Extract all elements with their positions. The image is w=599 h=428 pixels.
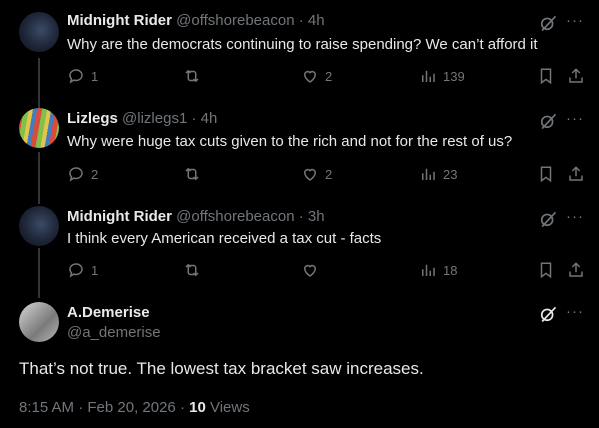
more-options-button[interactable]: ··· [566, 109, 584, 129]
like-button[interactable]: 2 [301, 164, 332, 184]
bookmark-button[interactable] [537, 164, 555, 184]
views-count: 10 [189, 399, 206, 416]
tweet-text: Why are the democrats continuing to rais… [67, 36, 538, 53]
views-label: Views [209, 399, 250, 416]
action-bar: 2 2 23 [67, 164, 587, 184]
view-count: 18 [443, 262, 458, 278]
share-icon [569, 262, 583, 277]
timestamp[interactable]: 4h [308, 12, 325, 29]
tweet-header: Midnight Rider @offshorebeacon · 3h [67, 207, 325, 227]
separator: · [179, 399, 185, 416]
heart-icon [303, 70, 317, 83]
reply-icon [69, 69, 83, 84]
heart-icon [303, 168, 317, 181]
avatar[interactable] [19, 302, 59, 342]
more-options-button[interactable]: ··· [566, 302, 584, 322]
views-chart-icon [422, 264, 435, 276]
tweet-text: That’s not true. The lowest tax bracket … [19, 359, 424, 378]
reply-count: 2 [91, 166, 99, 182]
avatar[interactable] [19, 108, 59, 148]
main-tweet: A.Demerise @a_demerise ··· That’s not tr… [0, 288, 599, 428]
grok-icon[interactable] [538, 13, 558, 33]
views-chart-icon [422, 168, 435, 180]
bookmark-icon [540, 68, 552, 85]
avatar[interactable] [19, 12, 59, 52]
reply-tweet[interactable]: Midnight Rider @offshorebeacon · 3h ··· … [0, 192, 599, 288]
share-icon [569, 166, 583, 181]
reply-icon [69, 263, 83, 278]
action-bar: 1 2 139 [67, 66, 587, 86]
retweet-icon [185, 69, 199, 83]
reply-button[interactable]: 1 [67, 260, 98, 280]
author-handle[interactable]: @lizlegs1 [122, 110, 187, 127]
tweet-text: I think every American received a tax cu… [67, 230, 382, 247]
views-chart-icon [422, 70, 435, 82]
bookmark-button[interactable] [537, 260, 555, 280]
share-button[interactable] [567, 164, 585, 184]
reply-tweet[interactable]: Midnight Rider @offshorebeacon · 4h ··· … [0, 0, 599, 96]
timestamp[interactable]: 4h [201, 110, 218, 127]
author-name[interactable]: A.Demerise [67, 304, 150, 321]
author-handle[interactable]: @offshorebeacon [176, 208, 294, 225]
views-button[interactable]: 18 [419, 260, 457, 280]
timestamp[interactable]: 3h [308, 208, 325, 225]
action-bar: 1 18 [67, 260, 587, 280]
view-count: 139 [443, 68, 465, 84]
share-button[interactable] [567, 260, 585, 280]
like-button[interactable] [301, 260, 325, 280]
tweet-header: Lizlegs @lizlegs1 · 4h [67, 109, 217, 129]
reply-count: 1 [91, 262, 99, 278]
share-icon [569, 68, 583, 83]
more-options-button[interactable]: ··· [566, 207, 584, 227]
reply-tweet[interactable]: Lizlegs @lizlegs1 · 4h ··· Why were huge… [0, 96, 599, 192]
author-handle[interactable]: @a_demerise [67, 324, 161, 341]
grok-icon[interactable] [538, 111, 558, 131]
views-button[interactable]: 139 [419, 66, 465, 86]
retweet-button[interactable] [183, 260, 207, 280]
retweet-button[interactable] [183, 164, 207, 184]
tweet-meta: 8:15 AM · Feb 20, 2026 · 10 Views [19, 399, 250, 416]
reply-icon [69, 167, 83, 182]
author-handle[interactable]: @offshorebeacon [176, 12, 294, 29]
avatar[interactable] [19, 206, 59, 246]
tweet-header: Midnight Rider @offshorebeacon · 4h [67, 11, 325, 31]
like-button[interactable]: 2 [301, 66, 332, 86]
views-button[interactable]: 23 [419, 164, 457, 184]
share-button[interactable] [567, 66, 585, 86]
reply-count: 1 [91, 68, 99, 84]
author-name[interactable]: Lizlegs [67, 110, 118, 127]
reply-button[interactable]: 1 [67, 66, 98, 86]
bookmark-icon [540, 262, 552, 279]
like-count: 2 [325, 166, 333, 182]
timestamp[interactable]: 8:15 AM · Feb 20, 2026 [19, 399, 176, 416]
more-options-button[interactable]: ··· [566, 11, 584, 31]
tweet-text: Why were huge tax cuts given to the rich… [67, 133, 513, 150]
author-name[interactable]: Midnight Rider [67, 12, 172, 29]
separator: · [298, 208, 304, 225]
retweet-icon [185, 167, 199, 181]
grok-icon[interactable] [538, 209, 558, 229]
author-name[interactable]: Midnight Rider [67, 208, 172, 225]
retweet-icon [185, 263, 199, 277]
separator: · [191, 110, 197, 127]
bookmark-button[interactable] [537, 66, 555, 86]
grok-icon[interactable] [538, 304, 558, 324]
reply-button[interactable]: 2 [67, 164, 98, 184]
bookmark-icon [540, 166, 552, 183]
like-count: 2 [325, 68, 333, 84]
heart-icon [303, 264, 317, 277]
separator: · [298, 12, 304, 29]
retweet-button[interactable] [183, 66, 207, 86]
view-count: 23 [443, 166, 458, 182]
